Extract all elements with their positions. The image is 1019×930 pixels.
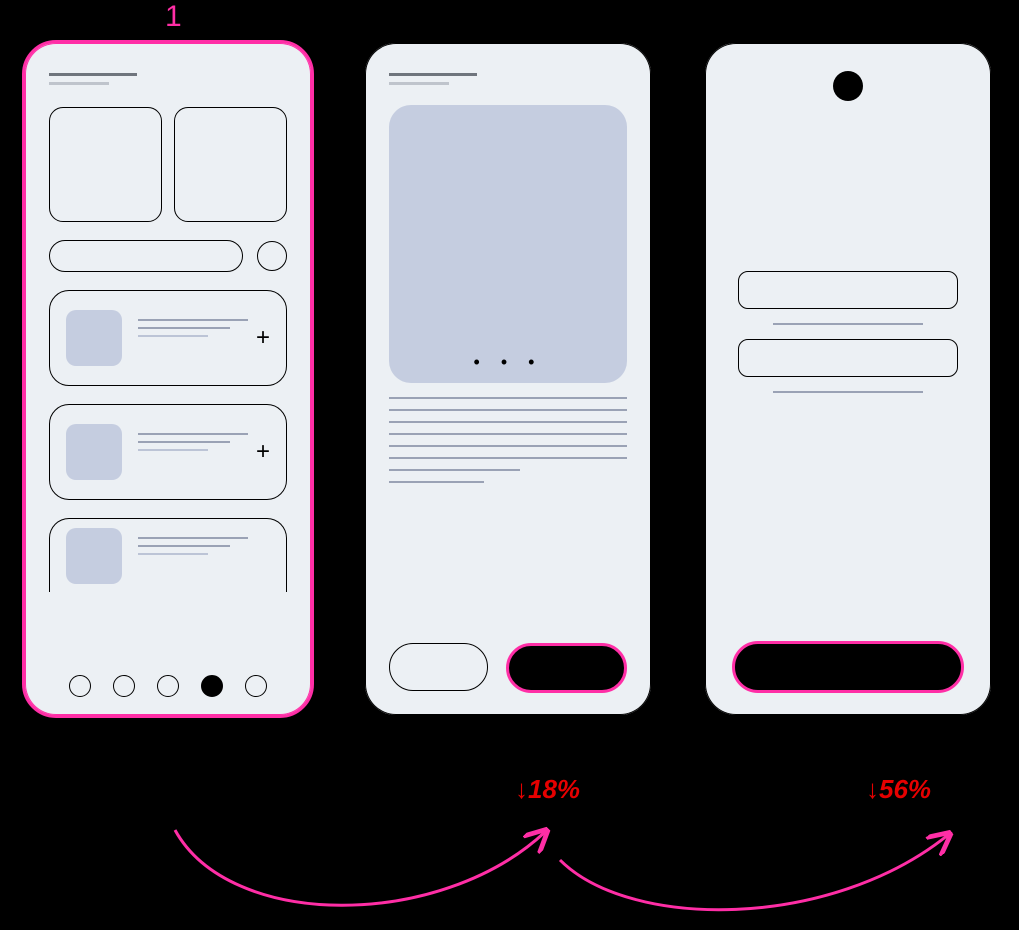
- flow-diagram: 1 2 3 ↓18% ↓56% + +: [0, 0, 1019, 930]
- flow-arrows-icon: [0, 0, 1019, 930]
